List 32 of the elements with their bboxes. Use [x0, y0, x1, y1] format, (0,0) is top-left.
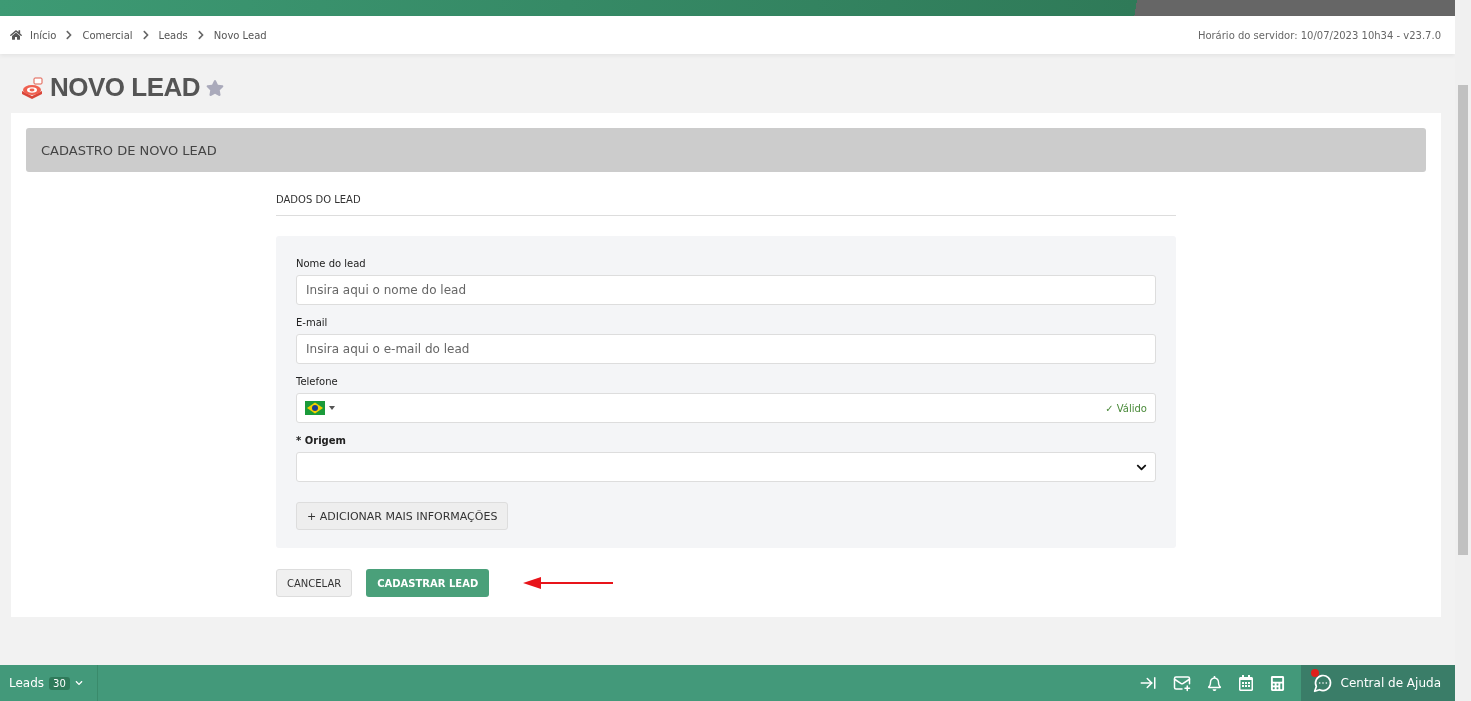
module-selector[interactable]: Leads 30: [0, 665, 98, 701]
phone-field[interactable]: ✓ Válido: [296, 393, 1156, 423]
cancel-button[interactable]: CANCELAR: [276, 569, 353, 597]
page-title: NOVO LEAD: [50, 72, 201, 103]
home-icon[interactable]: [10, 29, 22, 41]
field-label: E-mail: [296, 317, 328, 328]
caret-icon: [329, 406, 335, 410]
input-field[interactable]: Insira aqui o nome do lead: [296, 275, 1156, 305]
field-label: * Origem: [296, 435, 346, 446]
arrow-icon: [523, 576, 616, 590]
flag-icon[interactable]: [305, 401, 325, 415]
star-icon[interactable]: [206, 78, 225, 97]
breadcrumb-link[interactable]: Novo Lead: [213, 29, 267, 41]
breadcrumb-link[interactable]: Comercial: [82, 29, 133, 41]
chevron-down-icon: [74, 679, 83, 687]
chat-icon: [1312, 673, 1333, 693]
card-header: CADASTRO DE NOVO LEAD: [26, 128, 1426, 172]
field-label: Nome do lead: [296, 258, 366, 269]
select-field[interactable]: [296, 452, 1156, 482]
input-field[interactable]: Insira aqui o e-mail do lead: [296, 334, 1156, 364]
field-label: Telefone: [296, 376, 338, 387]
chevron-icon: [195, 30, 206, 40]
validation-status: ✓ Válido: [1105, 402, 1147, 414]
breadcrumb-link[interactable]: Início: [30, 29, 57, 41]
count-badge: 30: [49, 676, 70, 690]
add-info-button[interactable]: + ADICIONAR MAIS INFORMAÇÕES: [296, 502, 509, 530]
breadcrumb-link[interactable]: Leads: [158, 29, 188, 41]
chevron-icon: [140, 30, 151, 40]
server-time: Horário do servidor: 10/07/2023 10h34 - v23.7.0: [1197, 29, 1441, 41]
target-icon: [20, 76, 44, 99]
section-title: DADOS DO LEAD: [276, 172, 1176, 216]
help-button[interactable]: Central de Ajuda: [1300, 665, 1455, 701]
